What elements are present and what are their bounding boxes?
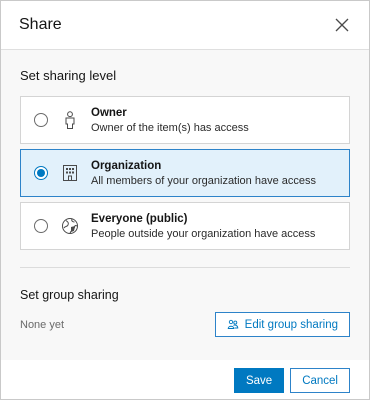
section-divider [20, 267, 350, 268]
user-icon [61, 111, 79, 129]
close-icon [335, 18, 349, 32]
save-button[interactable]: Save [233, 368, 285, 393]
group-sharing-status: None yet [20, 318, 65, 331]
owner-description: Owner of the item(s) has access [91, 121, 249, 134]
group-sharing-heading: Set group sharing [20, 288, 119, 302]
sharing-level-options: Owner Owner of the item(s) has access Or… [20, 96, 350, 250]
option-owner[interactable]: Owner Owner of the item(s) has access [20, 96, 350, 144]
everyone-description: People outside your organization have ac… [91, 227, 316, 240]
organization-radio[interactable] [34, 166, 48, 180]
group-icon [227, 319, 238, 329]
share-dialog: Share Set sharing level Owner Owner of t… [0, 0, 370, 400]
edit-group-sharing-button[interactable]: Edit group sharing [214, 312, 350, 337]
organization-title: Organization [91, 159, 162, 172]
dialog-footer: Save Cancel [1, 360, 369, 399]
dialog-body: Set sharing level Owner Owner of the ite… [1, 50, 369, 360]
cancel-button[interactable]: Cancel [290, 368, 350, 393]
everyone-title: Everyone (public) [91, 212, 188, 225]
dialog-title: Share [19, 16, 62, 33]
sharing-level-heading: Set sharing level [20, 68, 117, 83]
option-everyone[interactable]: Everyone (public) People outside your or… [20, 202, 350, 250]
owner-title: Owner [91, 106, 127, 119]
owner-radio[interactable] [34, 113, 48, 127]
organization-building-icon [61, 164, 79, 182]
close-button[interactable] [331, 14, 353, 36]
dialog-header: Share [1, 1, 369, 50]
organization-description: All members of your organization have ac… [91, 174, 316, 187]
group-sharing-row: None yet Edit group sharing [20, 312, 350, 337]
globe-icon [61, 217, 79, 235]
option-organization[interactable]: Organization All members of your organiz… [20, 149, 350, 197]
everyone-radio[interactable] [34, 219, 48, 233]
edit-group-sharing-label: Edit group sharing [244, 318, 338, 331]
